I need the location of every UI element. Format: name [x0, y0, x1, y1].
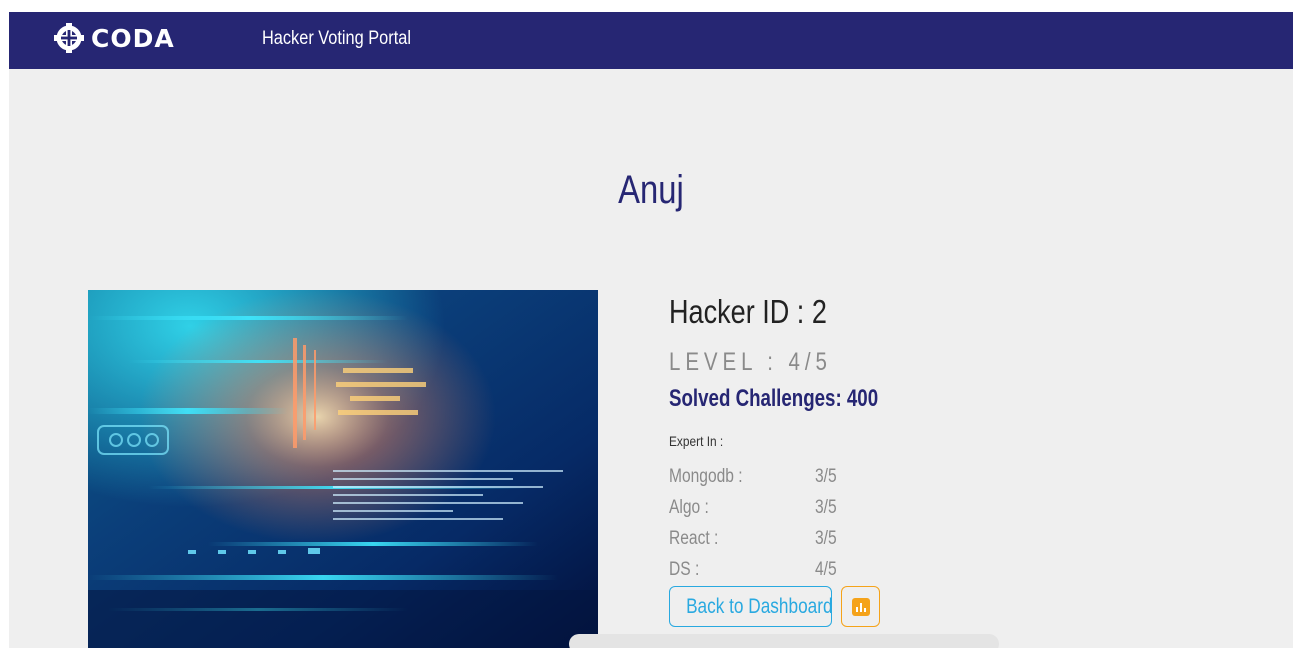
hacker-level: LEVEL : 4/5 [669, 348, 832, 376]
top-navbar: CODA Hacker Voting Portal [9, 12, 1293, 69]
logo-text: CODA [91, 23, 175, 53]
back-to-dashboard-label: Back to Dashboard [686, 594, 832, 618]
chart-button[interactable] [841, 586, 880, 627]
coda-globe-icon [54, 23, 84, 53]
back-to-dashboard-button[interactable]: Back to Dashboard [669, 586, 832, 627]
code-screen-image [88, 290, 598, 648]
bar-chart-icon [852, 598, 870, 616]
skill-row: Mongodb : 3/5 [669, 462, 849, 492]
skill-score: 3/5 [815, 497, 837, 518]
skill-name: Algo : [669, 497, 709, 518]
expert-in-label: Expert In : [669, 433, 724, 449]
hacker-id: Hacker ID : 2 [669, 293, 827, 330]
skill-name: Mongodb : [669, 466, 743, 487]
skill-row: React : 3/5 [669, 524, 849, 554]
page-frame: CODA Hacker Voting Portal Anuj Hacker ID… [9, 12, 1293, 648]
solved-challenges: Solved Challenges: 400 [669, 385, 879, 412]
skill-row: Algo : 3/5 [669, 493, 849, 523]
scroll-shadow [569, 634, 999, 648]
skill-score: 3/5 [815, 466, 837, 487]
coda-logo[interactable]: CODA [53, 23, 175, 53]
skill-name: DS : [669, 559, 700, 580]
hacker-name-heading: Anuj [618, 168, 684, 212]
skill-name: React : [669, 528, 719, 549]
skill-score: 4/5 [815, 559, 837, 580]
nav-title[interactable]: Hacker Voting Portal [262, 28, 411, 50]
skill-row: DS : 4/5 [669, 555, 849, 585]
skill-score: 3/5 [815, 528, 837, 549]
